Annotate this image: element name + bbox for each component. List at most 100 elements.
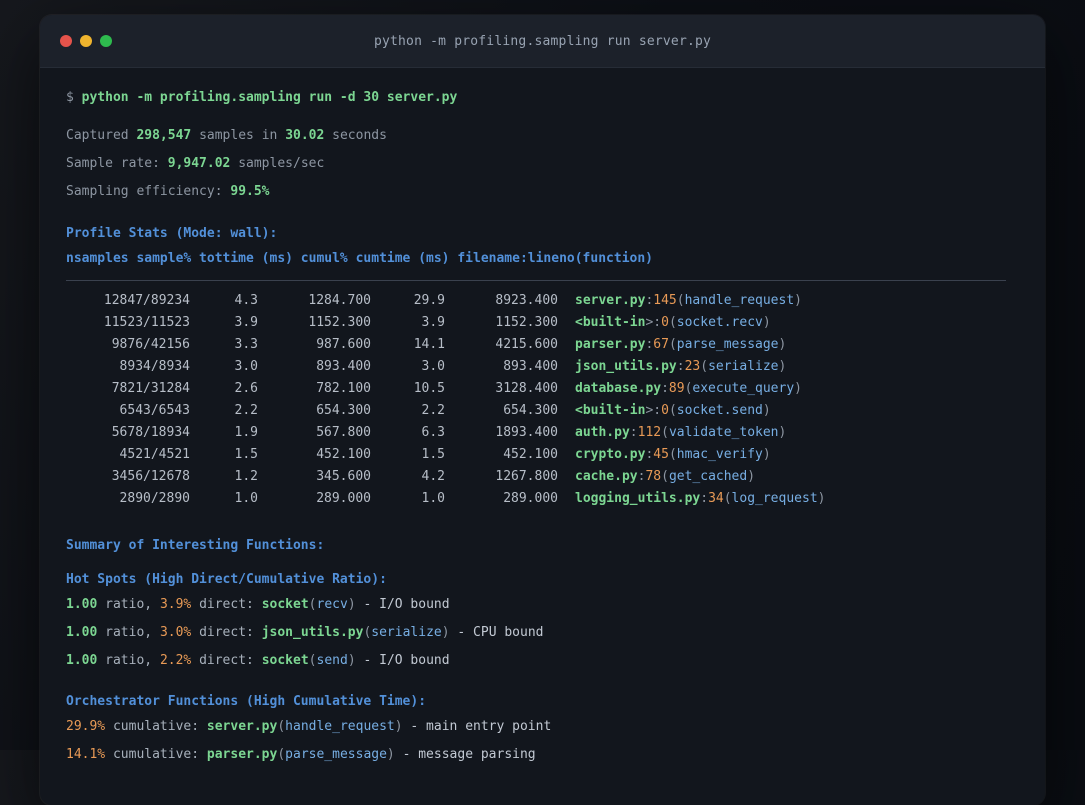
efficiency-label: Sampling efficiency: [66,183,223,199]
role-note: - message parsing [402,746,536,762]
tottime-cell: 1152.300 [308,314,371,330]
open-paren: ( [308,596,317,612]
hot-spot-item: 1.00 ratio, 3.0% direct: json_utils.py(s… [66,618,1019,646]
direct-label: direct: [199,652,254,668]
separator-text: : [661,380,669,396]
orchestrator-title: Orchestrator Functions (High Cumulative … [66,693,427,709]
cumulative-pct-value: 14.1% [66,746,106,762]
function-cell: cache.py:78(get_cached) [558,469,1019,484]
tottime-cell: 345.600 [316,468,371,484]
sample-pct-cell: 3.9 [234,314,258,330]
command-text: python -m profiling.sampling run -d 30 s… [81,89,458,105]
direct-pct-value: 3.9% [159,596,192,612]
ratio-label: ratio, [105,652,153,668]
close-paren: ) [778,358,787,374]
function-name-text: send [316,652,348,668]
samples-count: 298,547 [136,127,192,143]
cumul-pct-cell: 3.9 [421,314,445,330]
lineno-text: 45 [653,446,669,462]
function-name-text: serialize [371,624,442,640]
close-paren: ) [386,746,395,762]
ratio-label: ratio, [105,624,153,640]
lineno-text: 0 [661,402,669,418]
tottime-cell: 987.600 [316,336,371,352]
orchestrator-item: 29.9% cumulative: server.py(handle_reque… [66,712,1019,740]
terminal-content[interactable]: $ python -m profiling.sampling run -d 30… [40,83,1045,768]
table-row: 9876/42156 3.3 987.600 14.1 4215.600 par… [66,333,1019,355]
close-button-icon[interactable] [60,35,72,47]
cumulative-pct-value: 29.9% [66,718,106,734]
filename-text: logging_utils.py [575,490,701,506]
function-cell: json_utils.py:23(serialize) [558,359,1019,374]
capture-stats: Captured 298,547 samples in 30.02 second… [66,121,1019,205]
minimize-button-icon[interactable] [80,35,92,47]
tottime-cell: 452.100 [316,446,371,462]
close-paren: ) [762,314,771,330]
nsamples-cell: 7821/31284 [111,380,190,396]
cumtime-cell: 1267.800 [495,468,558,484]
sample-rate-line: Sample rate: 9,947.02 samples/sec [66,149,1019,177]
separator-text: : [629,424,638,440]
table-row: 11523/11523 3.9 1152.300 3.9 1152.300 <b… [66,311,1019,333]
close-paren: ) [394,718,403,734]
function-cell: database.py:89(execute_query) [558,381,1019,396]
seconds-label: seconds [332,127,387,143]
open-paren: ( [668,336,677,352]
function-name-text: handle_request [684,292,795,308]
lineno-text: 145 [653,292,677,308]
close-paren: ) [817,490,826,506]
open-paren: ( [700,358,709,374]
module-text: parser.py [206,746,278,762]
close-paren: ) [794,292,802,308]
table-row: 8934/8934 3.0 893.400 3.0 893.400 json_u… [66,355,1019,377]
open-paren: ( [308,652,317,668]
function-name-text: socket.send [676,402,763,418]
tottime-cell: 782.100 [316,380,371,396]
open-paren: ( [661,424,669,440]
ratio-value: 1.00 [66,624,98,640]
cumtime-cell: 1893.400 [495,424,558,440]
lineno-text: 112 [637,424,662,440]
bound-note: - I/O bound [363,652,450,668]
open-paren: ( [668,402,677,418]
lineno-text: 23 [684,358,701,374]
duration-value: 30.02 [285,127,325,143]
function-name-text: socket.recv [676,314,763,330]
terminal-window: python -m profiling.sampling run server.… [40,15,1045,805]
function-cell: <built-in>:0(socket.recv) [558,315,1019,330]
lineno-text: 34 [708,490,724,506]
lineno-text: 0 [661,314,669,330]
table-row: 2890/2890 1.0 289.000 1.0 289.000 loggin… [66,487,1019,509]
cumul-pct-cell: 1.0 [421,490,445,506]
cumtime-cell: 452.100 [503,446,558,462]
function-name-text: log_request [731,490,818,506]
table-row: 5678/18934 1.9 567.800 6.3 1893.400 auth… [66,421,1019,443]
function-name-text: execute_query [692,380,795,396]
hot-spot-item: 1.00 ratio, 3.9% direct: socket(recv) - … [66,590,1019,618]
module-text: json_utils.py [261,624,364,640]
close-paren: ) [347,596,356,612]
lineno-text: 89 [668,380,685,396]
tottime-cell: 289.000 [316,490,371,506]
bound-note: - CPU bound [457,624,544,640]
cumul-pct-cell: 29.9 [413,292,445,308]
efficiency-value: 99.5% [230,183,270,199]
hot-spots-list: 1.00 ratio, 3.9% direct: socket(recv) - … [66,590,1019,674]
table-divider [66,280,1006,281]
orchestrator-item: 14.1% cumulative: parser.py(parse_messag… [66,740,1019,768]
shell-prompt: $ [66,89,74,105]
filename-text: <built-in [575,314,646,330]
filename-text: cache.py [575,468,638,484]
tottime-cell: 654.300 [316,402,371,418]
title-bar[interactable]: python -m profiling.sampling run server.… [40,15,1045,68]
summary-title: Summary of Interesting Functions: [66,537,325,553]
open-paren: ( [363,624,372,640]
direct-pct-value: 2.2% [159,652,192,668]
table-row: 12847/89234 4.3 1284.700 29.9 8923.400 s… [66,289,1019,311]
filename-text: parser.py [575,336,646,352]
sample-pct-cell: 4.3 [234,292,258,308]
table-row: 7821/31284 2.6 782.100 10.5 3128.400 dat… [66,377,1019,399]
nsamples-cell: 5678/18934 [111,424,190,440]
cumtime-cell: 3128.400 [495,380,558,396]
maximize-button-icon[interactable] [100,35,112,47]
